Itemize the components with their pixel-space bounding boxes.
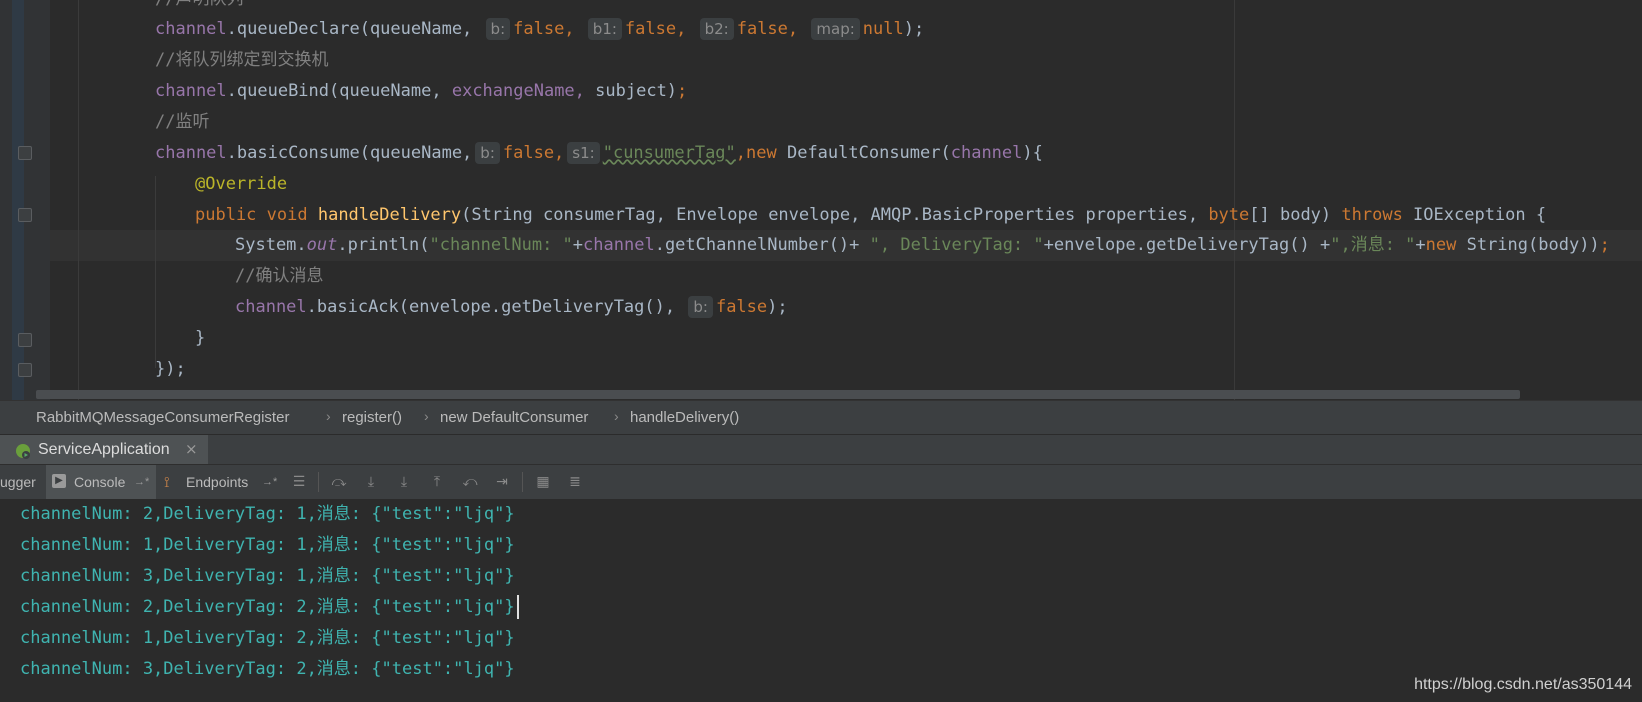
param-hint: b: [475,142,500,164]
code-line-println: System.out.println("channelNum: "+channe… [235,235,1610,255]
endpoints-icon: ⟟ [164,473,170,491]
tab-endpoints[interactable]: ⟟ Endpoints →* [158,465,282,499]
code-comment: //确认消息 [235,266,324,286]
breadcrumb-item-method[interactable]: handleDelivery() [630,409,739,426]
pin-icon[interactable]: →* [262,465,277,499]
console-output[interactable]: channelNum: 2,DeliveryTag: 1,消息: {"test"… [0,499,1642,702]
code-comment: //监听 [155,112,210,132]
tab-service-application[interactable]: ServiceApplication × [0,435,208,465]
tab-console[interactable]: ▶ Console →* [46,465,156,499]
drop-frame-icon[interactable]: ⤺ [461,473,479,491]
tab-debugger[interactable]: ugger [0,465,44,499]
indent-guide [155,176,156,368]
step-out-icon[interactable]: ⤒ [428,473,446,491]
text-cursor [516,595,519,619]
indent-guide [78,0,79,400]
code-line-queue-bind: channel.queueBind(queueName, exchangeNam… [155,81,688,101]
step-into-icon[interactable]: ⤓ [362,473,380,491]
watermark: https://blog.csdn.net/as350144 [1414,676,1632,693]
code-editor[interactable]: //声明队列 channel.queueDeclare(queueName, b… [0,0,1642,400]
code-annotation: @Override [195,174,288,194]
tab-debugger-label: ugger [0,474,36,490]
step-over-icon[interactable]: ⤼ [330,473,348,491]
param-hint: b: [688,296,713,318]
close-icon[interactable]: × [185,440,198,458]
toolbar-separator [522,472,523,492]
breadcrumb-item-consumer[interactable]: new DefaultConsumer [440,409,588,426]
code-line-basic-ack: channel.basicAck(envelope.getDeliveryTag… [235,296,788,318]
console-line: channelNum: 2,DeliveryTag: 1,消息: {"test"… [20,504,515,524]
code-closing-brace: } [195,328,206,348]
evaluate-expression-icon[interactable]: ▦ [534,473,552,491]
code-comment: //声明队列 [155,0,243,15]
fold-marker[interactable] [18,333,32,347]
param-hint: map: [811,18,860,40]
breadcrumb: RabbitMQMessageConsumerRegister › regist… [0,400,1642,435]
param-hint: b2: [699,18,734,40]
tab-console-label: Console [74,474,126,490]
breadcrumb-item-register[interactable]: register() [342,409,402,426]
trace-stream-icon[interactable]: ≣ [566,473,584,491]
param-hint: b: [485,18,511,40]
code-comment: //将队列绑定到交换机 [155,50,329,70]
param-hint: b1: [587,18,622,40]
param-hint: s1: [567,142,600,164]
console-line: channelNum: 1,DeliveryTag: 1,消息: {"test"… [20,535,515,555]
tab-endpoints-label: Endpoints [186,474,249,490]
tab-label: ServiceApplication [38,441,170,458]
console-icon: ▶ [52,474,66,488]
spring-boot-run-icon [16,444,30,459]
fold-marker[interactable] [18,363,32,377]
code-line-basic-consume: channel.basicConsume(queueName, b: false, s… [155,142,1043,164]
threads-icon[interactable]: ☰ [290,473,308,491]
pin-icon[interactable]: →* [134,465,149,499]
horizontal-scrollbar[interactable] [36,390,1520,399]
code-line-method-signature: public void handleDelivery(String consum… [195,205,1547,225]
console-line: channelNum: 2,DeliveryTag: 2,消息: {"test"… [20,597,515,617]
run-to-cursor-icon[interactable]: ⇥ [493,473,511,491]
force-step-into-icon[interactable]: ⤓ [395,473,413,491]
fold-marker[interactable] [18,208,32,222]
breadcrumb-separator: › [326,408,331,424]
console-line: channelNum: 3,DeliveryTag: 2,消息: {"test"… [20,659,515,679]
code-closing-brace: }); [155,359,186,379]
run-toolbar: ugger ▶ Console →* ⟟ Endpoints →* ☰ ⤼ ⤓ … [0,464,1642,500]
run-tool-window-header: ServiceApplication × [0,434,1642,465]
breadcrumb-separator: › [614,408,619,424]
editor-left-gutter [0,0,12,400]
breadcrumb-separator: › [424,408,429,424]
console-line: channelNum: 3,DeliveryTag: 1,消息: {"test"… [20,566,515,586]
console-line: channelNum: 1,DeliveryTag: 2,消息: {"test"… [20,628,515,648]
toolbar-separator [318,472,319,492]
console-line-with-cursor: channelNum: 2,DeliveryTag: 2,消息: {"test"… [20,592,519,622]
breadcrumb-item-class[interactable]: RabbitMQMessageConsumerRegister [36,409,289,426]
fold-marker[interactable] [18,146,32,160]
code-line-queue-declare: channel.queueDeclare(queueName, b: false,… [155,18,925,40]
